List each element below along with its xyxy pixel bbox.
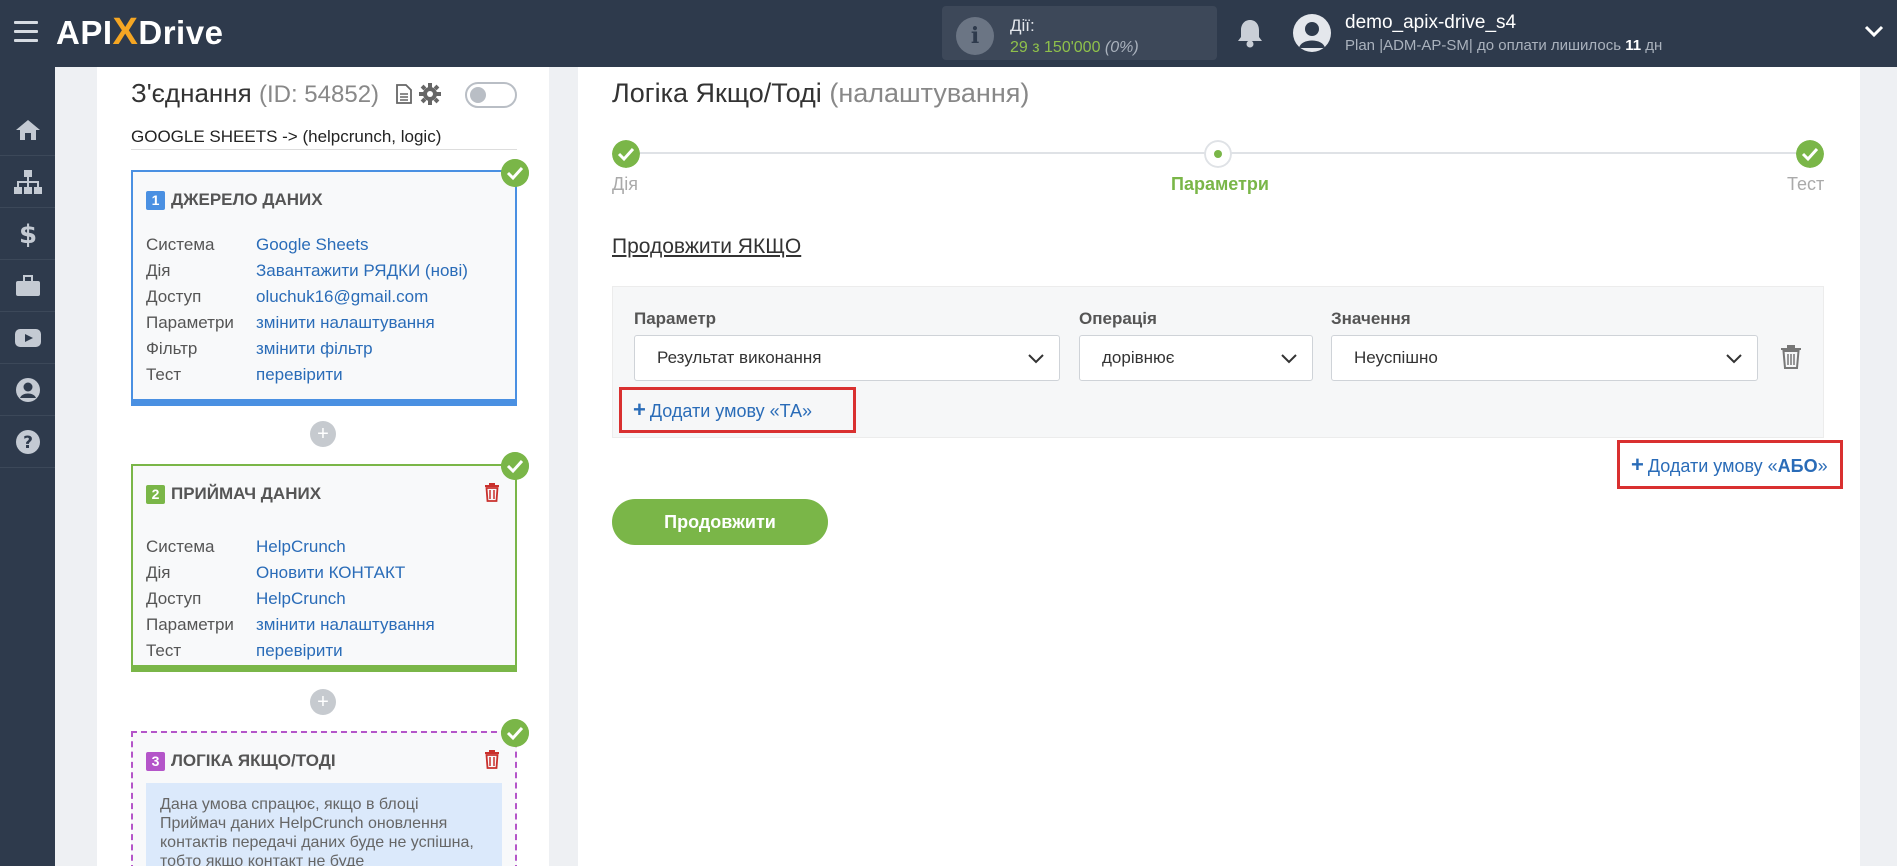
trash-icon[interactable] (484, 750, 500, 769)
continue-button[interactable]: Продовжити (612, 499, 828, 545)
logic-note: Дана умова спрацює, якщо в блоці Приймач… (146, 783, 502, 866)
user-plan: Plan |ADM-AP-SM| до оплати лишилось 11 д… (1345, 37, 1663, 54)
condition-panel: Параметр Результат виконання Операція до… (612, 286, 1824, 438)
add-block-button[interactable]: + (310, 689, 336, 715)
block-row: Тест перевірити (146, 365, 343, 384)
block-row: Параметри змінити налаштування (146, 313, 435, 332)
chevron-down-icon (1726, 354, 1742, 364)
trash-icon[interactable] (1780, 345, 1802, 369)
block-row: Система HelpCrunch (146, 537, 346, 556)
actions-count: 29 з 150'000 (0%) (1010, 39, 1139, 56)
block-row: Доступ HelpCrunch (146, 589, 346, 608)
block-row: Тест перевірити (146, 641, 343, 660)
chevron-down-icon[interactable] (1864, 24, 1884, 38)
check-icon (501, 159, 529, 187)
step-done-icon[interactable] (1796, 140, 1824, 168)
value-select[interactable]: Неуспішно (1331, 335, 1758, 381)
bell-icon[interactable] (1236, 18, 1264, 48)
home-icon[interactable] (0, 104, 55, 156)
connection-toggle[interactable] (465, 82, 517, 108)
operation-select[interactable]: дорівнює (1079, 335, 1313, 381)
user-circle-icon[interactable] (0, 364, 55, 416)
dollar-icon[interactable]: $ (0, 208, 55, 260)
menu-icon[interactable] (14, 21, 38, 43)
actions-counter: i Дії: 29 з 150'000 (0%) (942, 6, 1217, 60)
check-icon (501, 719, 529, 747)
step-label[interactable]: Тест (1787, 174, 1824, 195)
stepper: Дія Параметри Тест (612, 138, 1824, 198)
param-label: Параметр (634, 309, 717, 328)
info-icon: i (956, 17, 994, 55)
svg-text:$: $ (18, 220, 36, 248)
block-row: Дія Оновити КОНТАКТ (146, 563, 406, 582)
operation-label: Операція (1079, 309, 1157, 328)
chevron-down-icon (1028, 354, 1044, 364)
param-select[interactable]: Результат виконання (634, 335, 1060, 381)
logic-block: 3 ЛОГІКА ЯКЩО/ТОДІ Дана умова спрацює, як… (131, 731, 517, 866)
logic-block-header: 3 ЛОГІКА ЯКЩО/ТОДІ (146, 751, 336, 771)
svg-text:?: ? (23, 433, 33, 453)
briefcase-icon[interactable] (0, 260, 55, 312)
top-bar: APIXDrive i Дії: 29 з 150'000 (0%) demo_… (0, 0, 1897, 67)
block-row: Дія Завантажити РЯДКИ (нові) (146, 261, 468, 280)
block-row: Доступ oluchuk16@gmail.com (146, 287, 429, 306)
step-label[interactable]: Параметри (1171, 174, 1269, 195)
step-current-icon[interactable] (1204, 140, 1232, 168)
add-block-button[interactable]: + (310, 421, 336, 447)
connection-subtitle: GOOGLE SHEETS -> (helpcrunch, logic) (131, 127, 517, 150)
logo[interactable]: APIXDrive (56, 10, 223, 54)
chevron-down-icon (1281, 354, 1297, 364)
block-row: Фільтр змінити фільтр (146, 339, 373, 358)
sitemap-icon[interactable] (0, 156, 55, 208)
avatar[interactable] (1293, 14, 1331, 52)
add-and-condition-button[interactable]: + Додати умову «ТА» (619, 387, 856, 433)
gear-icon[interactable] (419, 83, 441, 105)
step-done-icon[interactable] (612, 140, 640, 168)
section-title: Продовжити ЯКЩО (612, 235, 802, 258)
block-row: Параметри змінити налаштування (146, 615, 435, 634)
destination-block: 2 ПРИЙМАЧ ДАНИХ Система HelpCrunch Дія Онов… (131, 464, 517, 672)
value-label: Значення (1331, 309, 1411, 328)
check-icon (501, 452, 529, 480)
connection-title: З'єднання (ID: 54852) (131, 78, 380, 108)
source-block: 1 ДЖЕРЕЛО ДАНИХ Система Google Sheets Дія З… (131, 170, 517, 406)
page-title: Логіка Якщо/Тоді (налаштування) (612, 78, 1030, 108)
add-or-condition-button[interactable]: + Додати умову «АБО» (1617, 440, 1843, 489)
block-row: Система Google Sheets (146, 235, 369, 254)
youtube-icon[interactable] (0, 312, 55, 364)
destination-block-header: 2 ПРИЙМАЧ ДАНИХ (146, 484, 321, 504)
question-icon[interactable]: ? (0, 416, 55, 468)
user-name[interactable]: demo_apix-drive_s4 (1345, 12, 1516, 34)
step-label[interactable]: Дія (612, 174, 638, 195)
sidebar: $ ? (0, 67, 55, 866)
source-block-header: 1 ДЖЕРЕЛО ДАНИХ (146, 190, 323, 210)
trash-icon[interactable] (484, 483, 500, 502)
document-icon[interactable] (396, 84, 412, 104)
actions-label: Дії: (1010, 16, 1035, 35)
